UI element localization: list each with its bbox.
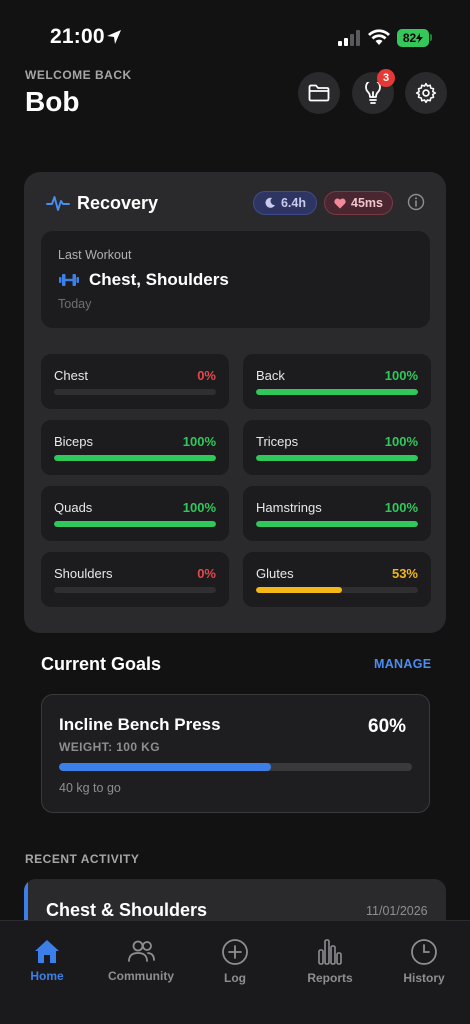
muscle-name: Triceps [256, 434, 299, 449]
goal-progress-fill [59, 763, 271, 771]
folder-button[interactable] [298, 72, 340, 114]
tab-label: History [403, 971, 445, 985]
muscle-progress-track [256, 455, 418, 461]
muscle-progress-track [256, 521, 418, 527]
muscle-progress-fill [256, 389, 418, 395]
muscle-value: 100% [384, 500, 418, 515]
activity-title: Chest & Shoulders [46, 900, 208, 920]
muscle-progress-fill [54, 521, 216, 527]
sleep-value: 6.4h [280, 196, 306, 210]
muscle-tile-glutes[interactable]: Glutes 53% [243, 552, 431, 607]
pulse-icon [46, 196, 70, 211]
hrv-value: 45ms [351, 196, 383, 210]
recent-activity-heading: RECENT ACTIVITY [25, 852, 140, 866]
tab-label: Home [30, 969, 64, 983]
muscle-progress-fill [54, 455, 216, 461]
muscle-tile-shoulders[interactable]: Shoulders 0% [41, 552, 229, 607]
hrv-chip: 45ms [324, 191, 393, 215]
dumbbell-icon [59, 274, 79, 286]
tab-home[interactable]: Home [7, 938, 87, 983]
muscle-progress-track [54, 587, 216, 593]
heart-icon [334, 198, 346, 208]
muscle-value: 100% [384, 368, 418, 383]
muscle-progress-track [54, 521, 216, 527]
tab-label: Reports [307, 971, 353, 985]
goals-title: Current Goals [41, 654, 162, 674]
muscle-progress-track [54, 455, 216, 461]
muscle-tile-back[interactable]: Back 100% [243, 354, 431, 409]
tab-community[interactable]: Community [101, 938, 181, 983]
goal-progress-track [59, 763, 412, 771]
clock-icon [411, 939, 437, 965]
muscle-name: Quads [54, 500, 93, 515]
tab-log[interactable]: Log [195, 938, 275, 985]
settings-button[interactable] [405, 72, 447, 114]
activity-date: 11/01/2026 [366, 904, 428, 918]
location-arrow-icon [107, 30, 121, 44]
notification-badge: 3 [377, 69, 395, 87]
muscle-tile-quads[interactable]: Quads 100% [41, 486, 229, 541]
lightbulb-icon [365, 82, 381, 104]
goal-remaining: 40 kg to go [59, 781, 121, 795]
goal-name: Incline Bench Press [59, 715, 221, 734]
info-icon[interactable] [407, 193, 425, 211]
muscle-progress-track [256, 587, 418, 593]
battery-tip [430, 34, 432, 41]
muscle-name: Glutes [256, 566, 294, 581]
muscle-value: 100% [182, 434, 216, 449]
muscle-name: Back [256, 368, 285, 383]
home-icon [35, 940, 59, 963]
last-workout-title: Chest, Shoulders [89, 270, 229, 289]
goal-percent: 60% [368, 716, 407, 737]
status-bar: 21:00 82 [0, 0, 470, 60]
goal-target-weight: WEIGHT: 100 KG [59, 740, 160, 754]
sleep-chip: 6.4h [253, 191, 317, 215]
tab-label: Log [224, 971, 246, 985]
muscle-progress-track [256, 389, 418, 395]
muscle-value: 53% [391, 566, 418, 581]
welcome-label: WELCOME BACK [25, 68, 132, 82]
muscle-value: 0% [197, 368, 216, 383]
tab-reports[interactable]: Reports [290, 938, 370, 985]
plus-circle-icon [222, 939, 248, 965]
muscle-tile-chest[interactable]: Chest 0% [41, 354, 229, 409]
signal-icon [338, 30, 360, 46]
last-workout-date: Today [58, 297, 92, 311]
folder-icon [308, 84, 330, 102]
battery-indicator: 82 [397, 29, 429, 47]
muscle-progress-fill [256, 521, 418, 527]
bar-chart-icon [318, 939, 342, 965]
tab-history[interactable]: History [384, 938, 464, 985]
gear-icon [415, 82, 437, 104]
moon-icon [265, 197, 275, 208]
muscle-progress-track [54, 389, 216, 395]
status-time: 21:00 [50, 25, 105, 48]
muscle-progress-fill [256, 455, 418, 461]
wifi-icon [368, 29, 390, 45]
tab-label: Community [108, 969, 174, 983]
muscle-name: Hamstrings [256, 500, 322, 515]
muscle-name: Shoulders [54, 566, 113, 581]
recovery-title: Recovery [77, 193, 159, 213]
manage-goals-link[interactable]: MANAGE [374, 657, 431, 671]
muscle-value: 100% [384, 434, 418, 449]
muscle-value: 0% [197, 566, 216, 581]
battery-level: 82 [402, 31, 417, 45]
muscle-tile-hamstrings[interactable]: Hamstrings 100% [243, 486, 431, 541]
muscle-value: 100% [182, 500, 216, 515]
muscle-progress-fill [256, 587, 342, 593]
charging-icon [416, 33, 424, 43]
muscle-name: Biceps [54, 434, 94, 449]
muscle-name: Chest [54, 368, 88, 383]
user-name: Bob [25, 86, 80, 117]
community-icon [128, 940, 155, 962]
muscle-tile-biceps[interactable]: Biceps 100% [41, 420, 229, 475]
last-workout-label: Last Workout [58, 248, 132, 262]
muscle-tile-triceps[interactable]: Triceps 100% [243, 420, 431, 475]
